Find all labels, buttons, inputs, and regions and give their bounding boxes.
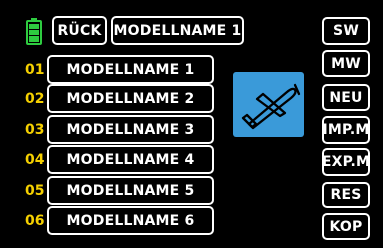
battery-icon (26, 18, 42, 45)
model-number: 06 (25, 213, 45, 229)
mw-button[interactable]: MW (322, 50, 370, 77)
copy-button[interactable]: KOP (322, 213, 370, 240)
import-model-button[interactable]: IMP.M (322, 116, 370, 144)
model-slot-1[interactable]: MODELLNAME 1 (47, 55, 214, 84)
sw-button[interactable]: SW (322, 17, 370, 45)
model-number: 05 (25, 183, 45, 199)
model-type-tile (233, 72, 304, 137)
model-slot-5[interactable]: MODELLNAME 5 (47, 176, 214, 205)
model-slot-6[interactable]: MODELLNAME 6 (47, 206, 214, 235)
model-slot-2[interactable]: MODELLNAME 2 (47, 84, 214, 113)
model-number: 04 (25, 152, 45, 168)
model-number: 02 (25, 91, 45, 107)
back-button[interactable]: RÜCK (52, 16, 107, 45)
model-slot-3[interactable]: MODELLNAME 3 (47, 115, 214, 144)
reset-button[interactable]: RES (322, 182, 370, 208)
airplane-icon (241, 83, 301, 130)
export-model-button[interactable]: EXP.M (322, 148, 370, 176)
model-number: 01 (25, 62, 45, 78)
model-slot-4[interactable]: MODELLNAME 4 (47, 145, 214, 174)
new-button[interactable]: NEU (322, 84, 370, 111)
model-select-screen: RÜCK MODELLNAME 1 01 MODELLNAME 1 02 MOD… (0, 0, 383, 248)
current-model-title: MODELLNAME 1 (111, 16, 244, 45)
model-number: 03 (25, 122, 45, 138)
